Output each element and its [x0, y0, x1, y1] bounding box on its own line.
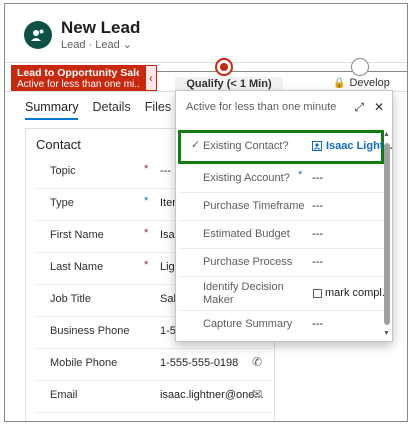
field-label: Mobile Phone: [50, 357, 118, 369]
field-label: Email: [50, 389, 78, 401]
lock-icon: 🔒: [333, 77, 346, 89]
scroll-down-icon[interactable]: ▼: [383, 330, 390, 337]
field-label: Last Name: [50, 261, 104, 273]
field-mobile-phone[interactable]: Mobile Phone 1-555-555-0198 ✆: [36, 349, 272, 381]
field-value[interactable]: ---: [160, 165, 171, 177]
lead-icon: [24, 21, 52, 49]
entity-subtitle: Lead · Lead: [61, 39, 120, 51]
form-selector[interactable]: Lead · Lead ⌄: [61, 38, 132, 51]
form-header: New Lead Lead · Lead ⌄: [5, 4, 407, 60]
field-label: Existing Contact?: [203, 140, 289, 152]
flyout-status: Active for less than one minute: [186, 101, 337, 113]
process-status: Active for less than one mi...: [17, 79, 139, 90]
chevron-down-icon[interactable]: ⌄: [123, 39, 132, 51]
lookup-value: Isaac Light...: [326, 140, 393, 152]
field-label: Job Title: [50, 293, 91, 305]
required-marker: *: [144, 227, 149, 239]
field-existing-account[interactable]: Existing Account? * ---: [179, 165, 384, 193]
existing-contact-field[interactable]: ✓ Existing Contact? Isaac Light...: [178, 130, 393, 164]
checkbox-label: mark compl...: [325, 287, 392, 299]
page-title: New Lead: [61, 18, 141, 37]
field-label: Estimated Budget: [203, 228, 290, 240]
mark-complete-checkbox[interactable]: mark compl...: [313, 287, 391, 299]
recommended-marker: *: [298, 169, 303, 181]
field-label: Capture Summary: [203, 318, 293, 330]
form-tabs: Summary Details Files: [25, 100, 171, 120]
field-value[interactable]: ---: [312, 318, 323, 330]
phone-icon[interactable]: ✆: [252, 355, 262, 369]
tab-summary[interactable]: Summary: [25, 100, 79, 120]
field-value[interactable]: ---: [312, 256, 323, 268]
stage-flyout: Active for less than one minute ⤢ ✕ ✓ Ex…: [175, 90, 393, 342]
flyout-actions: ⤢ ✕: [354, 100, 384, 115]
field-value[interactable]: ---: [312, 172, 323, 184]
field-label: First Name: [50, 229, 104, 241]
stage-develop[interactable]: 🔒 Develop: [333, 77, 390, 89]
field-purchase-process[interactable]: Purchase Process ---: [179, 249, 384, 277]
expand-icon[interactable]: ⤢: [354, 100, 364, 115]
tab-details[interactable]: Details: [92, 100, 130, 120]
checkmark-icon: ✓: [191, 139, 201, 151]
field-label: Existing Account?: [203, 172, 290, 184]
field-purchase-timeframe[interactable]: Purchase Timeframe ---: [179, 193, 384, 221]
process-name: Lead to Opportunity Sale...: [17, 67, 139, 79]
field-label: Identify Decision: [203, 281, 284, 293]
flyout-scrollbar[interactable]: ▲ ▼: [383, 131, 390, 337]
field-label: Type: [50, 197, 74, 209]
field-value[interactable]: 1-555-555-0198: [160, 357, 238, 369]
required-marker: *: [144, 259, 149, 271]
field-value[interactable]: ---: [312, 200, 323, 212]
scroll-up-icon[interactable]: ▲: [383, 131, 390, 138]
field-value[interactable]: isaac.lightner@one...: [160, 389, 264, 401]
stage-qualify-active-icon[interactable]: [215, 58, 233, 76]
field-label: Business Phone: [50, 325, 130, 337]
email-icon[interactable]: ✉: [252, 387, 262, 401]
field-label: Purchase Process: [203, 256, 293, 268]
close-icon[interactable]: ✕: [374, 100, 384, 115]
section-title: Contact: [36, 137, 81, 152]
process-flag[interactable]: Lead to Opportunity Sale... Active for l…: [11, 65, 145, 91]
business-process-bar: Lead to Opportunity Sale... Active for l…: [5, 58, 407, 93]
recommended-marker: *: [144, 195, 149, 207]
field-estimated-budget[interactable]: Estimated Budget ---: [179, 221, 384, 249]
field-email[interactable]: Email isaac.lightner@one... ✉: [36, 381, 272, 413]
stage-develop-icon[interactable]: [351, 58, 369, 76]
required-marker: *: [144, 163, 149, 175]
scrollbar-thumb[interactable]: [384, 143, 390, 325]
stage-develop-label: Develop: [349, 77, 390, 89]
contact-lookup-link[interactable]: Isaac Light...: [312, 140, 393, 152]
tab-files[interactable]: Files: [145, 100, 171, 120]
lead-form-window: New Lead Lead · Lead ⌄ Lead to Opportuni…: [4, 3, 408, 422]
field-label: Topic: [50, 165, 76, 177]
field-identify-decision-maker[interactable]: Identify Decision Maker mark compl...: [179, 277, 391, 311]
field-label-line2: Maker: [203, 294, 234, 306]
collapse-process-button[interactable]: ‹: [145, 65, 157, 91]
checkbox-icon: [313, 288, 322, 298]
field-value[interactable]: ---: [312, 228, 323, 240]
field-label: Purchase Timeframe: [203, 200, 305, 212]
stage-connector: [157, 71, 407, 72]
contact-card-icon: [312, 141, 322, 151]
field-capture-summary[interactable]: Capture Summary ---: [179, 311, 384, 339]
